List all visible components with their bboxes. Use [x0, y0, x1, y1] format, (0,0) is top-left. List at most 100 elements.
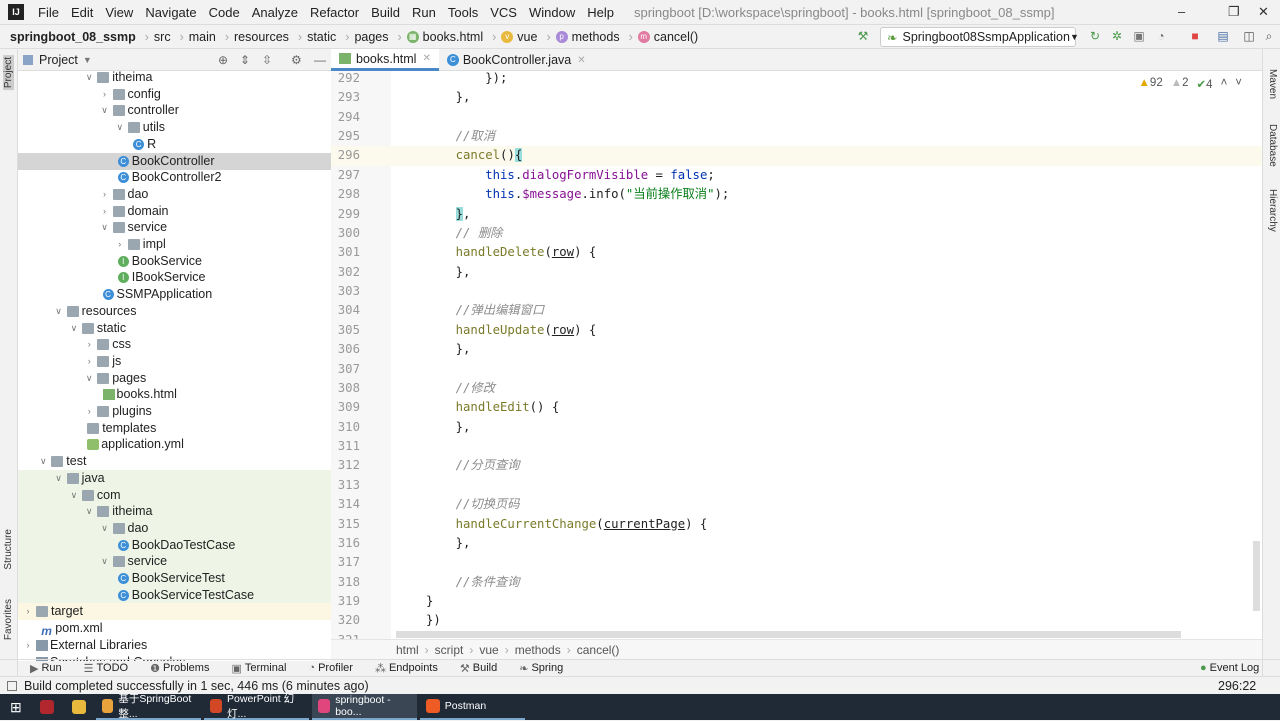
chevron-right-icon[interactable]: ›: [84, 353, 94, 370]
expand-all-icon[interactable]: ⇕: [240, 53, 250, 67]
caret-position[interactable]: 296:22: [1218, 679, 1256, 693]
maximize-button[interactable]: ❐: [1228, 4, 1240, 20]
app-icon[interactable]: [39, 700, 54, 714]
tree-item[interactable]: ∨ com: [18, 486, 331, 504]
tree-item[interactable]: › External Libraries: [18, 637, 331, 654]
file-explorer-icon[interactable]: [71, 700, 86, 714]
taskbar-item[interactable]: Postman: [419, 694, 525, 720]
tool-window-terminal[interactable]: ▣ Terminal: [231, 662, 286, 675]
tree-item[interactable]: › target: [18, 603, 331, 621]
chevron-down-icon[interactable]: ▼: [83, 55, 92, 65]
tree-item[interactable]: ∨ test: [18, 453, 331, 470]
tree-item[interactable]: CR: [18, 136, 331, 153]
tree-item[interactable]: ∨ service: [18, 553, 331, 571]
menu-run[interactable]: Run: [406, 5, 442, 20]
vertical-scrollbar[interactable]: [1253, 541, 1260, 611]
maven-tool-button[interactable]: Maven: [1267, 69, 1278, 99]
tree-item[interactable]: › js: [18, 353, 331, 370]
nav-crumb[interactable]: › resources: [218, 30, 291, 44]
tree-item[interactable]: C BookServiceTest: [18, 570, 331, 587]
tree-item[interactable]: › impl: [18, 236, 331, 253]
tree-item[interactable]: ∨ dao: [18, 519, 331, 537]
chevron-right-icon[interactable]: ›: [84, 336, 94, 353]
chevron-down-icon[interactable]: ∨: [115, 119, 125, 136]
menu-vcs[interactable]: VCS: [484, 5, 523, 20]
menu-code[interactable]: Code: [203, 5, 246, 20]
nav-crumb[interactable]: › pages: [338, 30, 390, 44]
tree-item[interactable]: application.yml: [18, 436, 331, 453]
collapse-all-icon[interactable]: ⇳: [262, 53, 272, 67]
menu-tools[interactable]: Tools: [442, 5, 484, 20]
tree-item[interactable]: ∨ pages: [18, 370, 331, 387]
minimize-button[interactable]: –: [1178, 4, 1185, 19]
close-button[interactable]: ✕: [1258, 4, 1269, 20]
tree-item[interactable]: ∨ service: [18, 219, 331, 236]
taskbar-item[interactable]: springboot - boo...: [311, 694, 417, 720]
coverage-icon[interactable]: ▣: [1132, 29, 1146, 43]
hide-icon[interactable]: —: [314, 53, 326, 67]
tool-window-spring[interactable]: ❧ Spring: [519, 662, 563, 675]
nav-crumb[interactable]: › src: [138, 30, 173, 44]
editor-crumb[interactable]: script: [435, 643, 464, 657]
nav-crumb[interactable]: › ▦ books.html: [391, 30, 486, 44]
prev-highlight-icon[interactable]: ˄: [1221, 77, 1228, 91]
tree-item[interactable]: ∨ itheima: [18, 71, 331, 86]
menu-edit[interactable]: Edit: [65, 5, 99, 20]
menu-window[interactable]: Window: [523, 5, 581, 20]
stop-icon[interactable]: ■: [1188, 29, 1202, 43]
chevron-right-icon[interactable]: ›: [115, 236, 125, 253]
nav-crumb[interactable]: › m cancel(): [622, 30, 701, 44]
tree-item[interactable]: templates: [18, 420, 331, 437]
search-icon[interactable]: ⌕: [1262, 29, 1276, 43]
typo-count[interactable]: ✔4: [1197, 77, 1213, 91]
next-highlight-icon[interactable]: ˅: [1235, 77, 1242, 91]
tree-item[interactable]: C SSMPApplication: [18, 286, 331, 303]
tree-item[interactable]: ∨ controller: [18, 102, 331, 119]
menu-view[interactable]: View: [99, 5, 139, 20]
editor-crumb[interactable]: methods: [515, 643, 561, 657]
menu-file[interactable]: File: [32, 5, 65, 20]
chevron-right-icon[interactable]: ›: [100, 86, 110, 103]
run-configuration-select[interactable]: ❧ Springboot08SsmpApplication ▼: [880, 27, 1079, 47]
favorites-tool-button[interactable]: Favorites: [3, 599, 14, 640]
tree-item[interactable]: › domain: [18, 203, 331, 220]
tree-item[interactable]: I BookService: [18, 253, 331, 270]
tree-item[interactable]: › dao: [18, 186, 331, 203]
menu-navigate[interactable]: Navigate: [139, 5, 202, 20]
chevron-down-icon[interactable]: ∨: [69, 320, 79, 337]
code-editor[interactable]: 292 }); 293 }, 294 295 //取消 296 cancel(){297…: [331, 71, 1262, 639]
nav-crumb[interactable]: › v vue: [485, 30, 539, 44]
tree-item[interactable]: ∨ resources: [18, 303, 331, 320]
tree-item[interactable]: ∨ java: [18, 469, 331, 487]
tool-window-problems[interactable]: ❶ Problems: [150, 662, 209, 675]
tree-item[interactable]: › config: [18, 86, 331, 103]
nav-crumb[interactable]: › p methods: [539, 30, 621, 44]
gear-icon[interactable]: ⚙: [291, 53, 302, 67]
warnings-count[interactable]: ▲92: [1139, 77, 1163, 91]
terminal-icon[interactable]: ◫: [1242, 29, 1256, 43]
editor-crumb[interactable]: html: [396, 643, 419, 657]
chevron-down-icon[interactable]: ∨: [54, 470, 64, 487]
chevron-right-icon[interactable]: ›: [23, 637, 33, 654]
tree-item[interactable]: books.html: [18, 386, 331, 403]
hierarchy-tool-button[interactable]: Hierarchy: [1267, 189, 1278, 232]
tab-bookcontroller-java[interactable]: C BookController.java ✕: [439, 49, 594, 71]
tree-item[interactable]: ∨ static: [18, 320, 331, 337]
inspection-widget[interactable]: ▲92 ▲2 ✔4 ˄ ˅: [1139, 77, 1242, 91]
event-log-button[interactable]: ● Event Log: [1200, 662, 1259, 674]
nav-crumb[interactable]: springboot_08_ssmp: [8, 30, 138, 44]
tree-item[interactable]: ∨ itheima: [18, 503, 331, 521]
tool-window-endpoints[interactable]: ⁂ Endpoints: [375, 662, 438, 675]
tree-item[interactable]: C BookDaoTestCase: [18, 536, 331, 554]
chevron-right-icon[interactable]: ›: [23, 603, 33, 620]
chevron-down-icon[interactable]: ∨: [54, 303, 64, 320]
editor-crumb[interactable]: vue: [479, 643, 498, 657]
locate-icon[interactable]: ⊕: [218, 53, 228, 67]
nav-crumb[interactable]: › static: [291, 30, 338, 44]
tree-item[interactable]: C BookController: [18, 152, 331, 170]
tool-window-build[interactable]: ⚒ Build: [460, 662, 497, 675]
chevron-down-icon[interactable]: ∨: [38, 453, 48, 470]
tool-window-todo[interactable]: ☰ TODO: [84, 662, 128, 675]
chevron-right-icon[interactable]: ›: [100, 186, 110, 203]
chevron-right-icon[interactable]: ›: [84, 403, 94, 420]
